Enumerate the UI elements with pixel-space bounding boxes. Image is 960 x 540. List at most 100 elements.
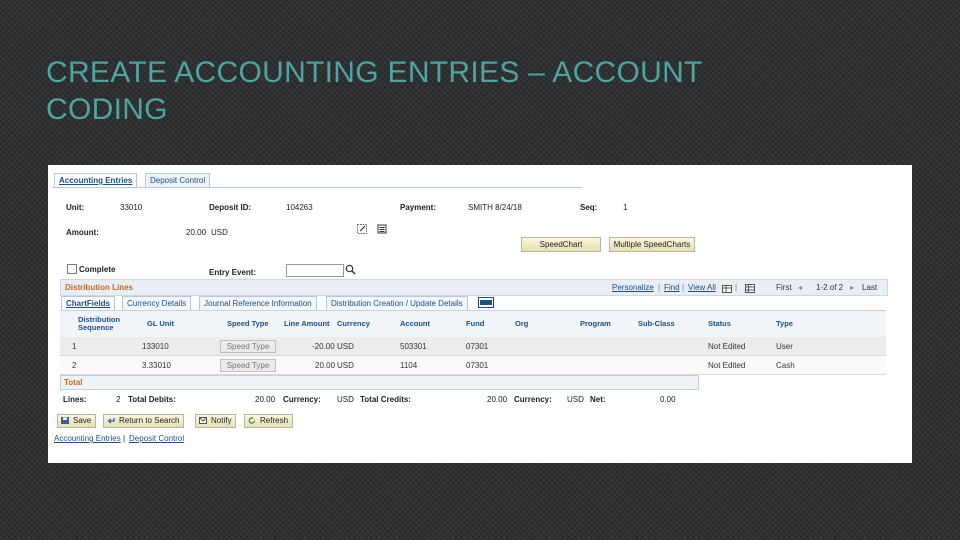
first-label: First [776, 283, 792, 292]
cell-status: Not Edited [708, 342, 746, 351]
payment-label: Payment: [400, 203, 437, 212]
save-icon [61, 417, 69, 424]
seq-value: 1 [623, 203, 628, 212]
col-line-amount: Line Amount [284, 319, 330, 328]
net-label: Net: [590, 395, 606, 404]
unit-value: 33010 [120, 203, 143, 212]
col-status: Status [708, 319, 731, 328]
tab-divider [52, 187, 582, 188]
amount-label: Amount: [66, 228, 99, 237]
net-value: 0.00 [660, 395, 676, 404]
entry-event-label: Entry Event: [209, 268, 257, 277]
find-link[interactable]: Find [664, 280, 680, 295]
refresh-icon [248, 417, 256, 424]
table-row[interactable]: 2 3.33010 Speed Type 20.00 USD 1104 0730… [60, 356, 886, 375]
amount-currency: USD [211, 228, 228, 237]
cell-gl-unit[interactable]: 3.33010 [142, 361, 171, 370]
slide-title-line-2: CODING [46, 93, 168, 126]
view-grid-icon[interactable] [722, 283, 732, 293]
download-spreadsheet-icon[interactable] [745, 283, 755, 293]
lines-value: 2 [116, 395, 121, 404]
distribution-lines-bar: Distribution Lines Personalize | Find | … [60, 279, 888, 296]
return-to-search-button[interactable]: Return to Search [103, 414, 185, 428]
next-arrow-icon[interactable]: ▸ [850, 280, 854, 295]
notify-label: Notify [211, 416, 232, 425]
col-type: Type [776, 319, 793, 328]
cell-account[interactable]: 503301 [400, 342, 427, 351]
nav-separator: | [735, 283, 738, 292]
last-label: Last [862, 283, 878, 292]
notes-list-icon[interactable] [377, 224, 387, 234]
row-count: 1-2 of 2 [816, 283, 844, 292]
footer-link-deposit-control[interactable]: Deposit Control [129, 434, 184, 443]
speedchart-button[interactable]: SpeedChart [521, 237, 601, 252]
refresh-label: Refresh [260, 416, 289, 425]
notify-button[interactable]: Notify [195, 414, 237, 428]
show-all-columns-icon[interactable] [478, 297, 494, 308]
peoplesoft-screenshot: Accounting Entries Deposit Control Unit:… [48, 165, 912, 463]
lines-label: Lines: [63, 395, 87, 404]
cell-line-amount[interactable]: -20.00 [312, 342, 335, 351]
tab-journal-reference-information[interactable]: Journal Reference Information [199, 296, 317, 311]
notify-envelope-icon [199, 417, 207, 424]
footer-link-accounting-entries[interactable]: Accounting Entries [54, 434, 121, 443]
refresh-button[interactable]: Refresh [244, 414, 294, 428]
tab-chartfields[interactable]: ChartFields [61, 296, 116, 311]
amount-value: 20.00 [186, 228, 207, 237]
col-account: Account [400, 319, 430, 328]
seq-label: Seq: [580, 203, 598, 212]
slide-title: CREATE ACCOUNTING ENTRIES – ACCOUNT CODI… [46, 54, 806, 128]
lookup-search-icon[interactable] [345, 264, 356, 275]
cell-currency[interactable]: USD [337, 361, 354, 370]
cell-line-amount[interactable]: 20.00 [315, 361, 335, 370]
tab-accounting-entries[interactable]: Accounting Entries [54, 173, 138, 188]
distribution-lines-title: Distribution Lines [65, 283, 133, 292]
cell-account[interactable]: 1104 [400, 361, 417, 370]
col-gl-unit: GL Unit [147, 319, 174, 328]
col-sub-class: Sub-Class [638, 319, 675, 328]
view-all-link[interactable]: View All [688, 280, 716, 295]
cell-fund[interactable]: 07301 [466, 361, 488, 370]
slide-title-line-1: CREATE ACCOUNTING ENTRIES – ACCOUNT [46, 56, 703, 89]
col-currency: Currency [337, 319, 370, 328]
tab-currency-details[interactable]: Currency Details [122, 296, 192, 311]
personalize-link[interactable]: Personalize [612, 280, 654, 295]
deposit-id-value: 104263 [286, 203, 313, 212]
nav-separator: | [682, 283, 685, 292]
cell-seq: 2 [72, 361, 77, 370]
tab-distribution-creation-update-details[interactable]: Distribution Creation / Update Details [326, 296, 468, 311]
return-arrow-icon [107, 418, 115, 424]
total-credits-value: 20.00 [487, 395, 508, 404]
table-row[interactable]: 1 133010 Speed Type -20.00 USD 503301 07… [60, 337, 886, 356]
cell-seq: 1 [72, 342, 77, 351]
cell-type: User [776, 342, 793, 351]
unit-label: Unit: [66, 203, 85, 212]
currency-value: USD [337, 395, 354, 404]
deposit-id-label: Deposit ID: [209, 203, 252, 212]
currency2-value: USD [567, 395, 584, 404]
nav-separator: | [658, 283, 661, 292]
grid-header: Distribution Sequence GL Unit Speed Type… [60, 310, 886, 338]
cell-fund[interactable]: 07301 [466, 342, 488, 351]
col-org: Org [515, 319, 529, 328]
col-speed-type: Speed Type [227, 319, 269, 328]
cell-currency[interactable]: USD [337, 342, 354, 351]
currency2-label: Currency: [514, 395, 552, 404]
cell-gl-unit[interactable]: 133010 [142, 342, 169, 351]
save-button[interactable]: Save [57, 414, 97, 428]
entry-event-input[interactable] [286, 264, 344, 277]
currency-label: Currency: [283, 395, 321, 404]
prev-arrow-icon[interactable]: ◂ [798, 280, 802, 295]
footer-link-separator: | [123, 434, 126, 443]
edit-pencil-icon[interactable] [357, 224, 368, 234]
complete-label: Complete [79, 265, 116, 274]
total-credits-label: Total Credits: [360, 395, 411, 404]
speed-type-field[interactable]: Speed Type [220, 359, 276, 372]
multiple-speedcharts-button[interactable]: Multiple SpeedCharts [609, 237, 695, 252]
cell-status: Not Edited [708, 361, 746, 370]
tab-deposit-control[interactable]: Deposit Control [145, 173, 211, 188]
complete-checkbox[interactable] [67, 264, 77, 274]
speed-type-field[interactable]: Speed Type [220, 340, 276, 353]
col-distribution-sequence: Distribution Sequence [78, 315, 121, 332]
cell-type: Cash [776, 361, 795, 370]
